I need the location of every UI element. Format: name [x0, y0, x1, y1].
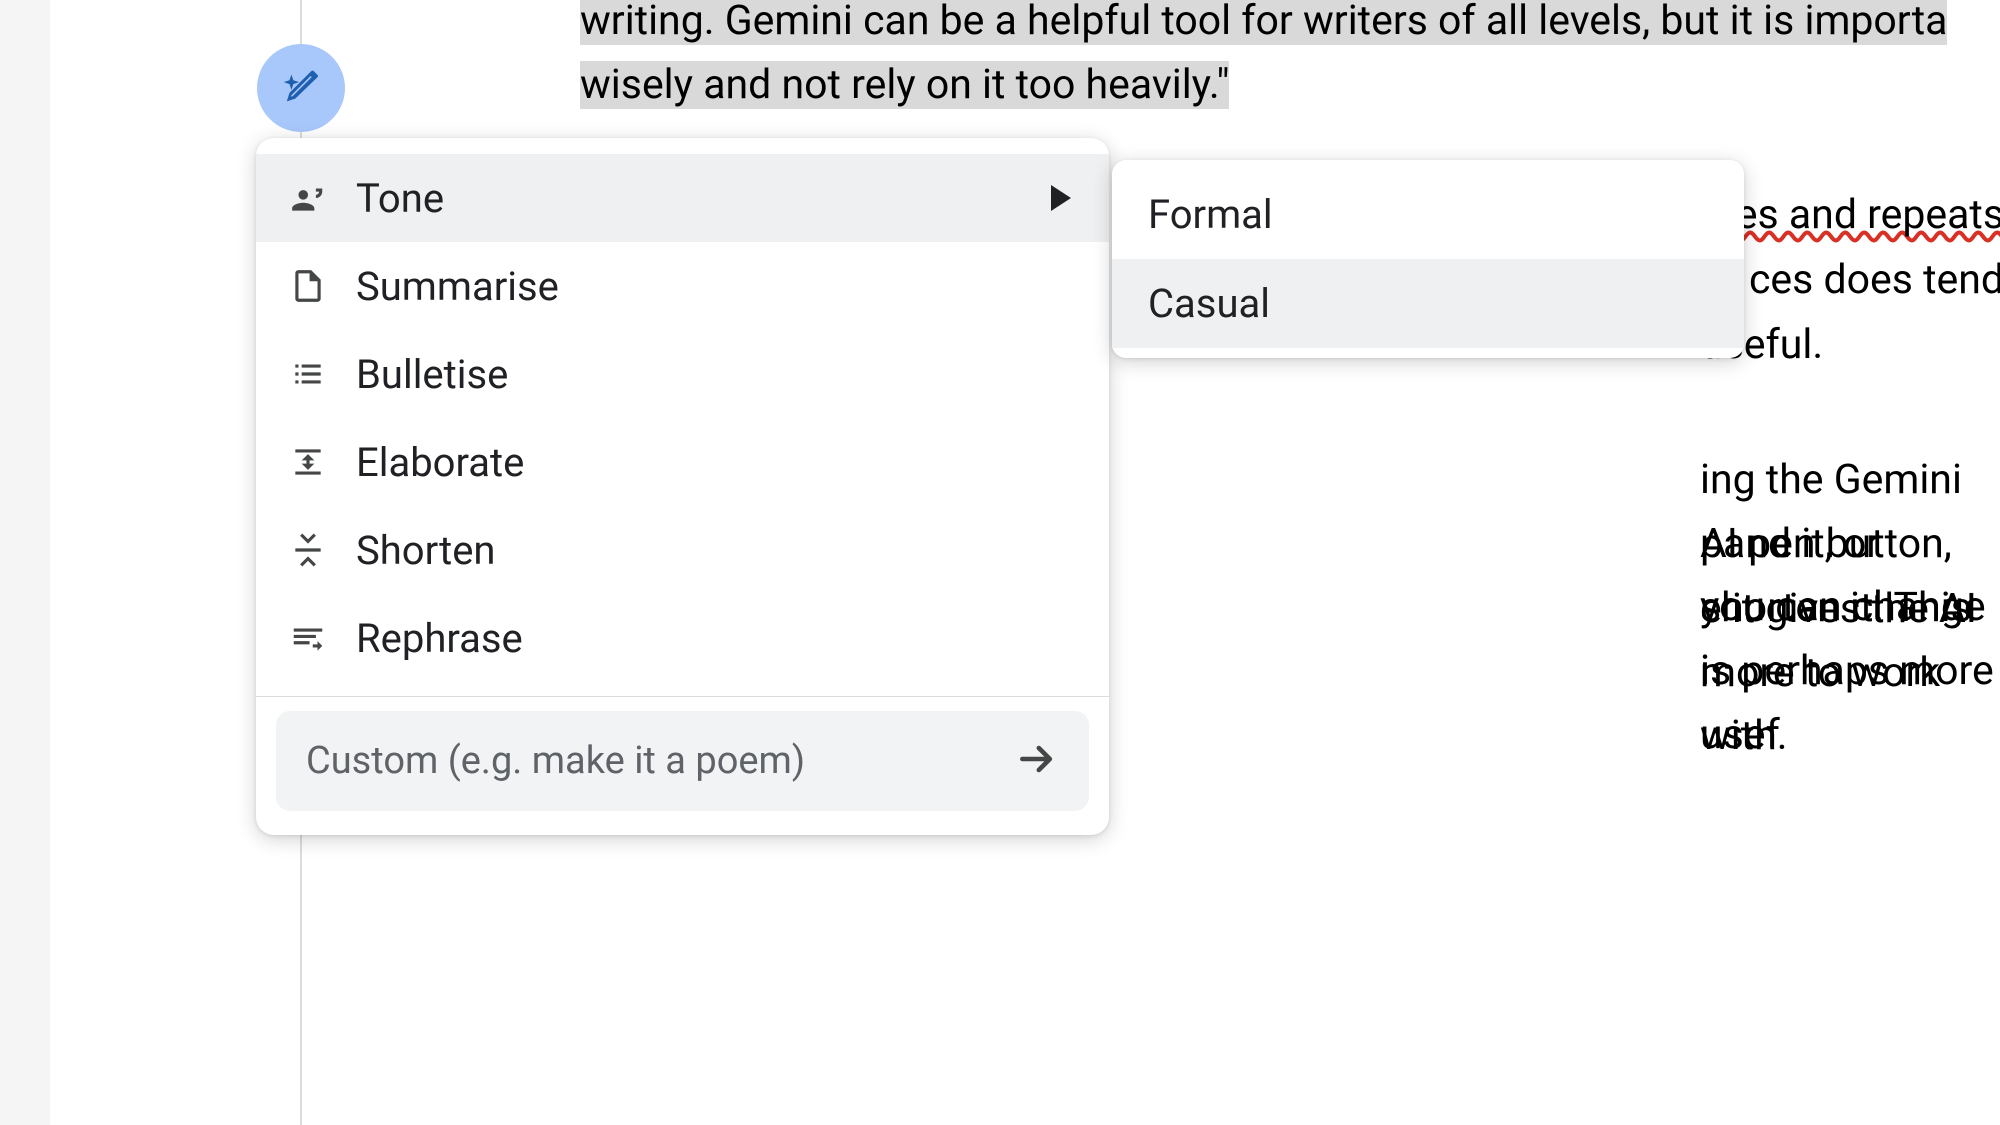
expand-icon — [284, 438, 332, 486]
ai-pen-button[interactable] — [257, 44, 345, 132]
submenu-item-casual[interactable]: Casual — [1112, 259, 1744, 348]
custom-prompt-field[interactable] — [276, 711, 1089, 811]
paragraph-fragment: es and repeats — [1736, 184, 2000, 248]
highlighted-text-line-2: wisely and not rely on it too heavily." — [580, 61, 1229, 109]
paragraph-fragment: ces does tend — [1749, 249, 2000, 313]
chevron-right-icon — [1051, 185, 1071, 211]
menu-item-summarise[interactable]: Summarise — [256, 242, 1109, 330]
menu-item-rephrase[interactable]: Rephrase — [256, 594, 1109, 682]
submenu-item-label: Casual — [1148, 280, 1270, 327]
menu-item-tone[interactable]: Tone — [256, 154, 1109, 242]
submenu-item-label: Formal — [1148, 191, 1273, 238]
tone-submenu: Formal Casual — [1112, 160, 1744, 358]
paragraph-selected[interactable]: writing. Gemini can be a helpful tool fo… — [580, 0, 2000, 117]
bullet-list-icon — [284, 350, 332, 398]
document-icon — [284, 262, 332, 310]
menu-item-shorten[interactable]: Shorten — [256, 506, 1109, 594]
menu-item-label: Bulletise — [356, 351, 1071, 398]
paragraph-fragment: e it gives the AI more to work with. — [1700, 578, 2000, 769]
custom-prompt-input[interactable] — [306, 739, 1015, 783]
menu-item-bulletise[interactable]: Bulletise — [256, 330, 1109, 418]
menu-item-label: Rephrase — [356, 615, 1071, 662]
left-gutter — [0, 0, 50, 1125]
menu-item-label: Tone — [356, 175, 1051, 222]
submit-arrow-icon[interactable] — [1015, 737, 1059, 785]
submenu-item-formal[interactable]: Formal — [1112, 170, 1744, 259]
tone-icon — [284, 174, 332, 222]
menu-item-label: Summarise — [356, 263, 1071, 310]
magic-pen-icon — [278, 63, 324, 113]
menu-item-label: Shorten — [356, 527, 1071, 574]
menu-item-elaborate[interactable]: Elaborate — [256, 418, 1109, 506]
collapse-icon — [284, 526, 332, 574]
highlighted-text-line-1: writing. Gemini can be a helpful tool fo… — [580, 0, 1947, 45]
menu-item-label: Elaborate — [356, 439, 1071, 486]
rephrase-icon — [284, 614, 332, 662]
ai-rewrite-menu: Tone Summarise Bulletise Elaborate Short… — [256, 138, 1109, 835]
menu-divider — [256, 696, 1109, 697]
